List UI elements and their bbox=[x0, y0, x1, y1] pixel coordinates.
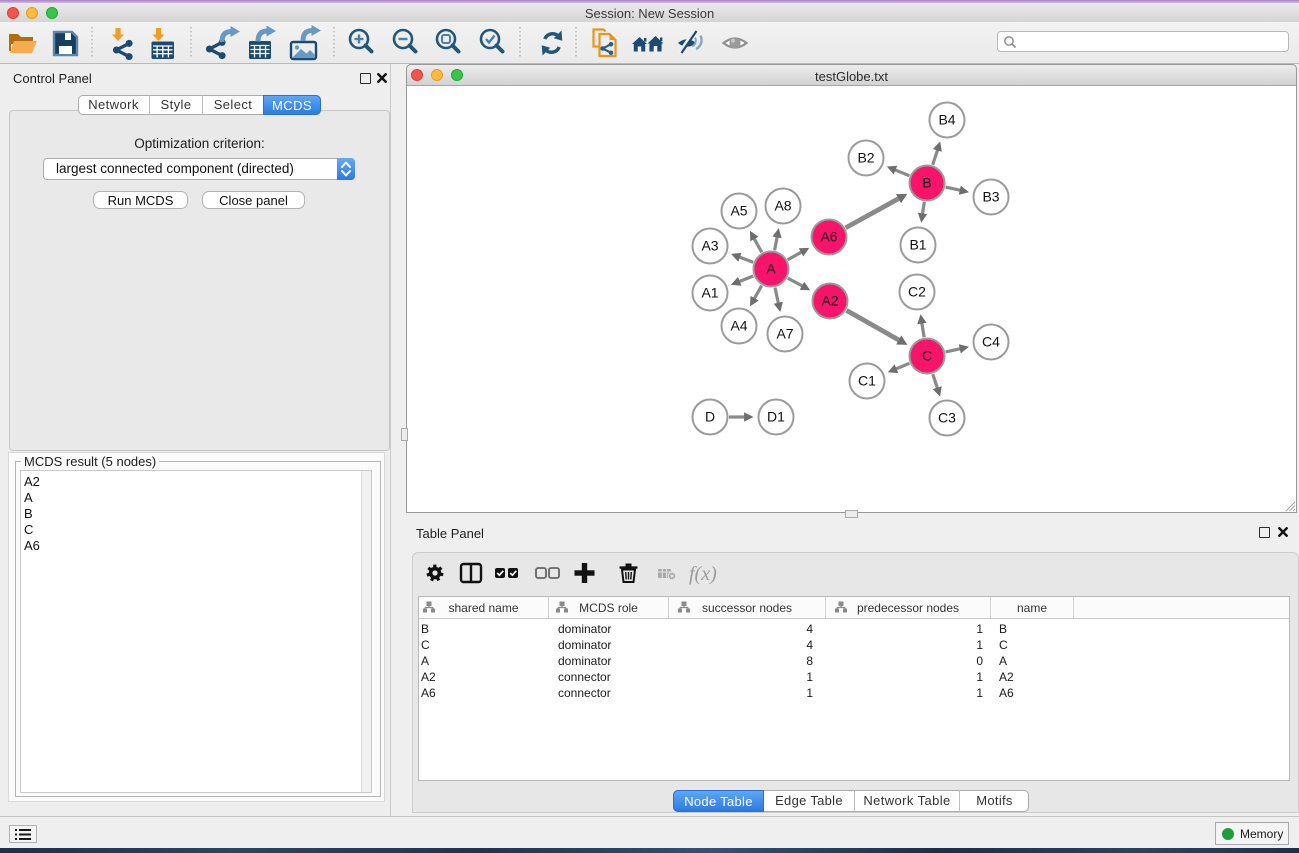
svg-text:D: D bbox=[705, 409, 715, 425]
svg-text:C4: C4 bbox=[982, 334, 1000, 350]
svg-text:A5: A5 bbox=[730, 203, 747, 219]
svg-text:A3: A3 bbox=[701, 238, 718, 254]
svg-text:B1: B1 bbox=[909, 237, 926, 253]
svg-text:B3: B3 bbox=[982, 189, 999, 205]
svg-text:B4: B4 bbox=[938, 112, 955, 128]
svg-text:A2: A2 bbox=[821, 293, 838, 309]
svg-text:B2: B2 bbox=[857, 150, 874, 166]
svg-text:f(x): f(x) bbox=[689, 563, 717, 585]
svg-text:A4: A4 bbox=[730, 318, 747, 334]
svg-text:A1: A1 bbox=[701, 285, 718, 301]
svg-text:D1: D1 bbox=[767, 409, 785, 425]
svg-text:C2: C2 bbox=[908, 284, 926, 300]
svg-text:C: C bbox=[922, 348, 932, 364]
svg-text:A6: A6 bbox=[820, 229, 837, 245]
svg-text:B: B bbox=[922, 175, 931, 191]
svg-text:C1: C1 bbox=[858, 373, 876, 389]
svg-text:A7: A7 bbox=[776, 326, 793, 342]
svg-text:C3: C3 bbox=[938, 410, 956, 426]
svg-text:A8: A8 bbox=[774, 198, 791, 214]
svg-text:A: A bbox=[766, 261, 776, 277]
